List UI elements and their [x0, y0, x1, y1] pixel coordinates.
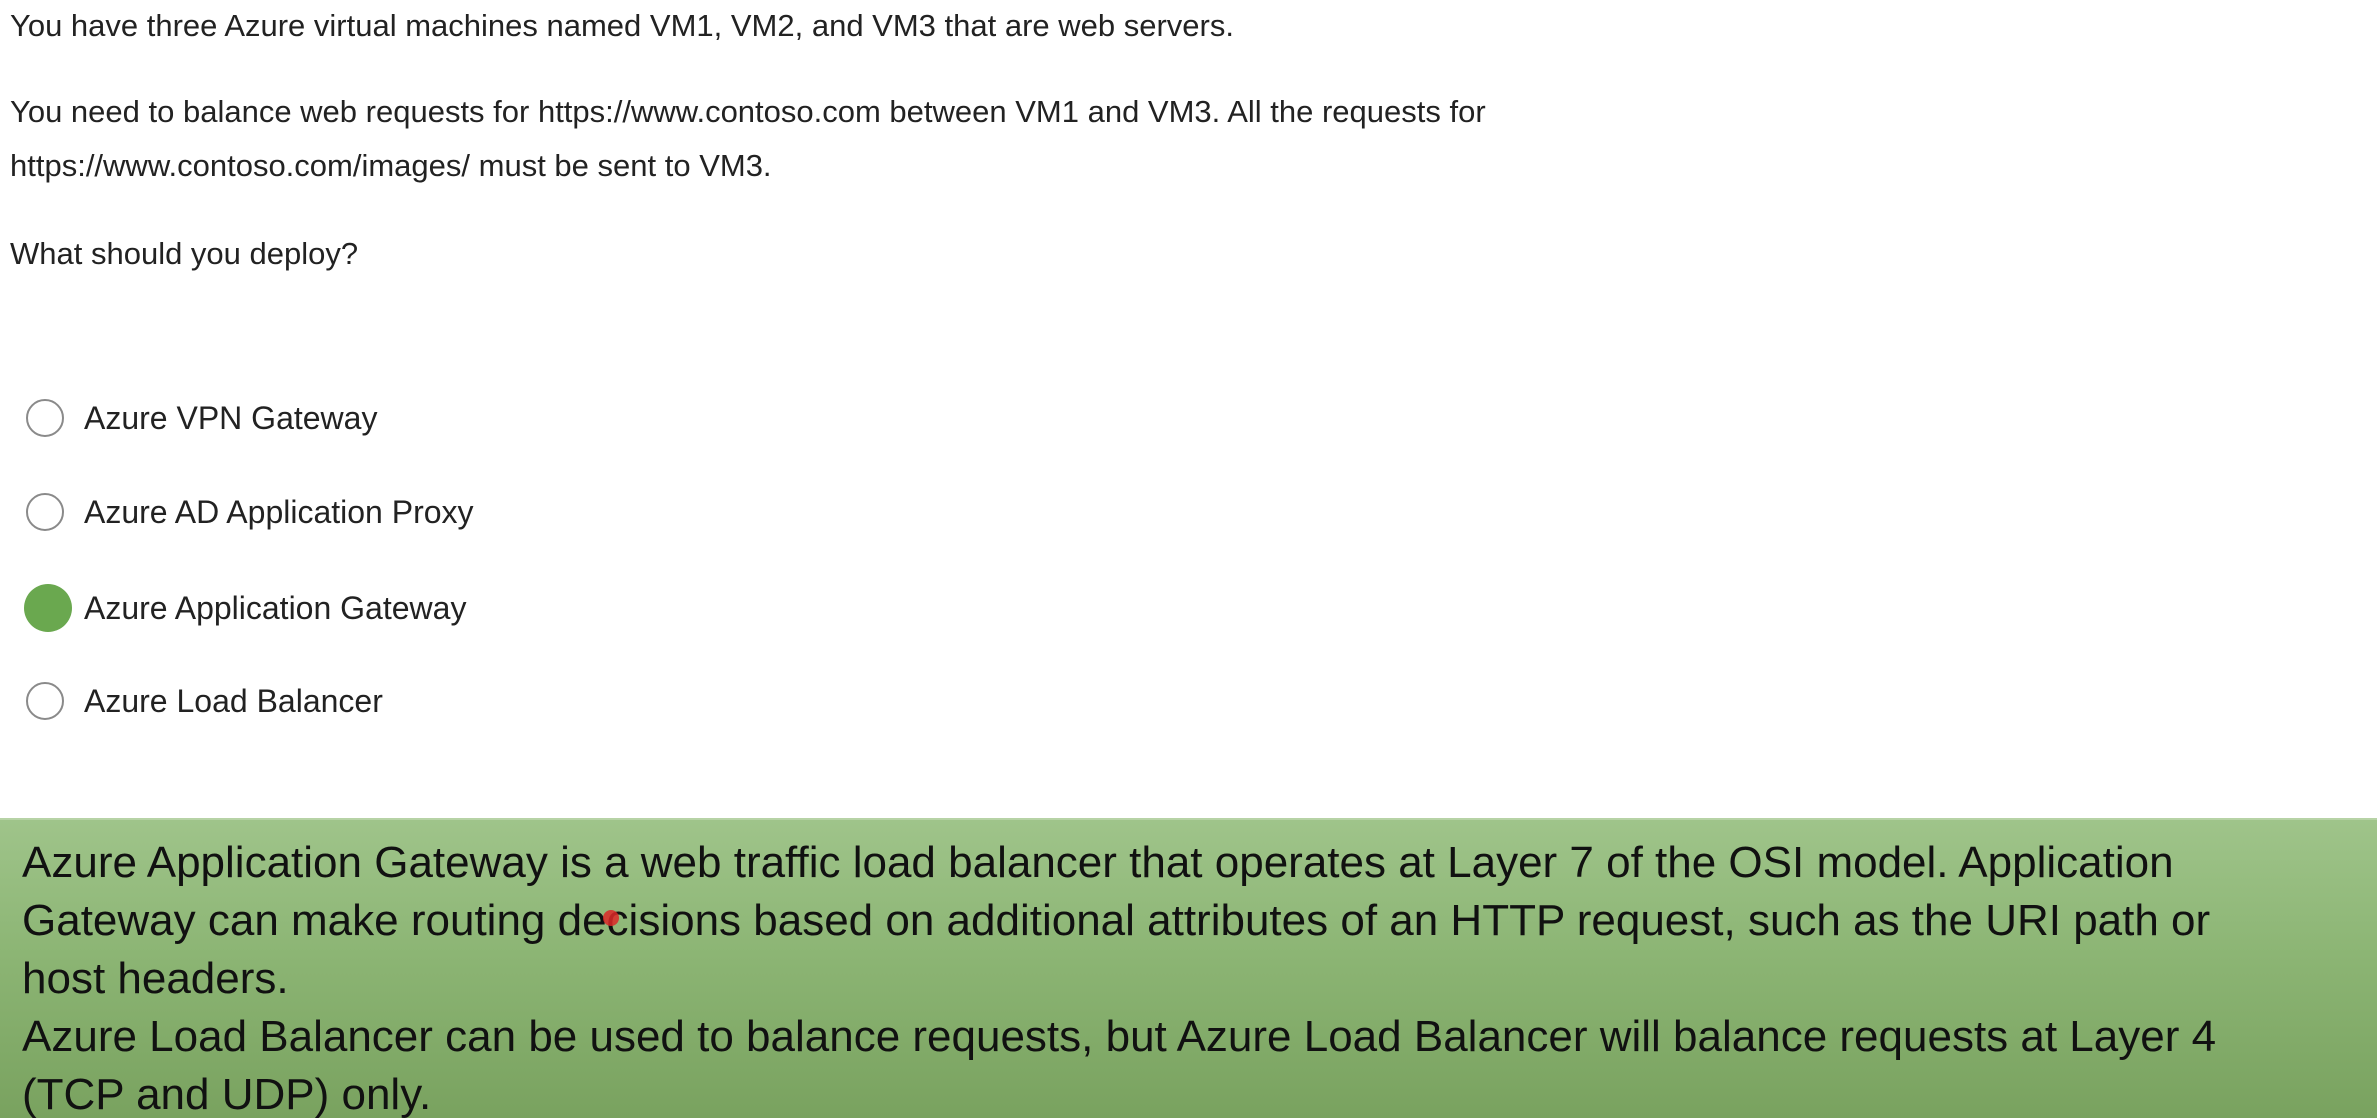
- pointer-highlight-icon: [603, 910, 619, 926]
- option-azure-ad-application-proxy[interactable]: Azure AD Application Proxy: [26, 487, 474, 537]
- option-label: Azure AD Application Proxy: [84, 493, 474, 530]
- option-label: Azure Application Gateway: [84, 589, 467, 626]
- radio-button-selected[interactable]: [24, 584, 72, 632]
- explanation-line-1: Azure Application Gateway is a web traff…: [22, 838, 2174, 887]
- option-azure-load-balancer[interactable]: Azure Load Balancer: [26, 676, 383, 726]
- question-prompt: What should you deploy?: [10, 236, 359, 271]
- explanation-line-5: (TCP and UDP) only.: [22, 1070, 432, 1118]
- option-azure-vpn-gateway[interactable]: Azure VPN Gateway: [26, 393, 377, 443]
- question-text-line-1: You have three Azure virtual machines na…: [10, 8, 1234, 43]
- radio-button[interactable]: [26, 682, 64, 720]
- explanation-line-2: Gateway can make routing decisions based…: [22, 896, 2211, 945]
- option-azure-application-gateway[interactable]: Azure Application Gateway: [24, 583, 467, 633]
- option-label: Azure VPN Gateway: [84, 399, 378, 436]
- radio-button[interactable]: [26, 493, 64, 531]
- explanation-line-4: Azure Load Balancer can be used to balan…: [22, 1012, 2217, 1061]
- radio-button[interactable]: [26, 399, 64, 437]
- explanation-line-3: host headers.: [22, 954, 289, 1003]
- explanation-panel: Azure Application Gateway is a web traff…: [0, 818, 2377, 1118]
- option-label: Azure Load Balancer: [84, 682, 383, 719]
- question-text-line-3: https://www.contoso.com/images/ must be …: [10, 148, 772, 183]
- question-text-line-2: You need to balance web requests for htt…: [10, 94, 1486, 129]
